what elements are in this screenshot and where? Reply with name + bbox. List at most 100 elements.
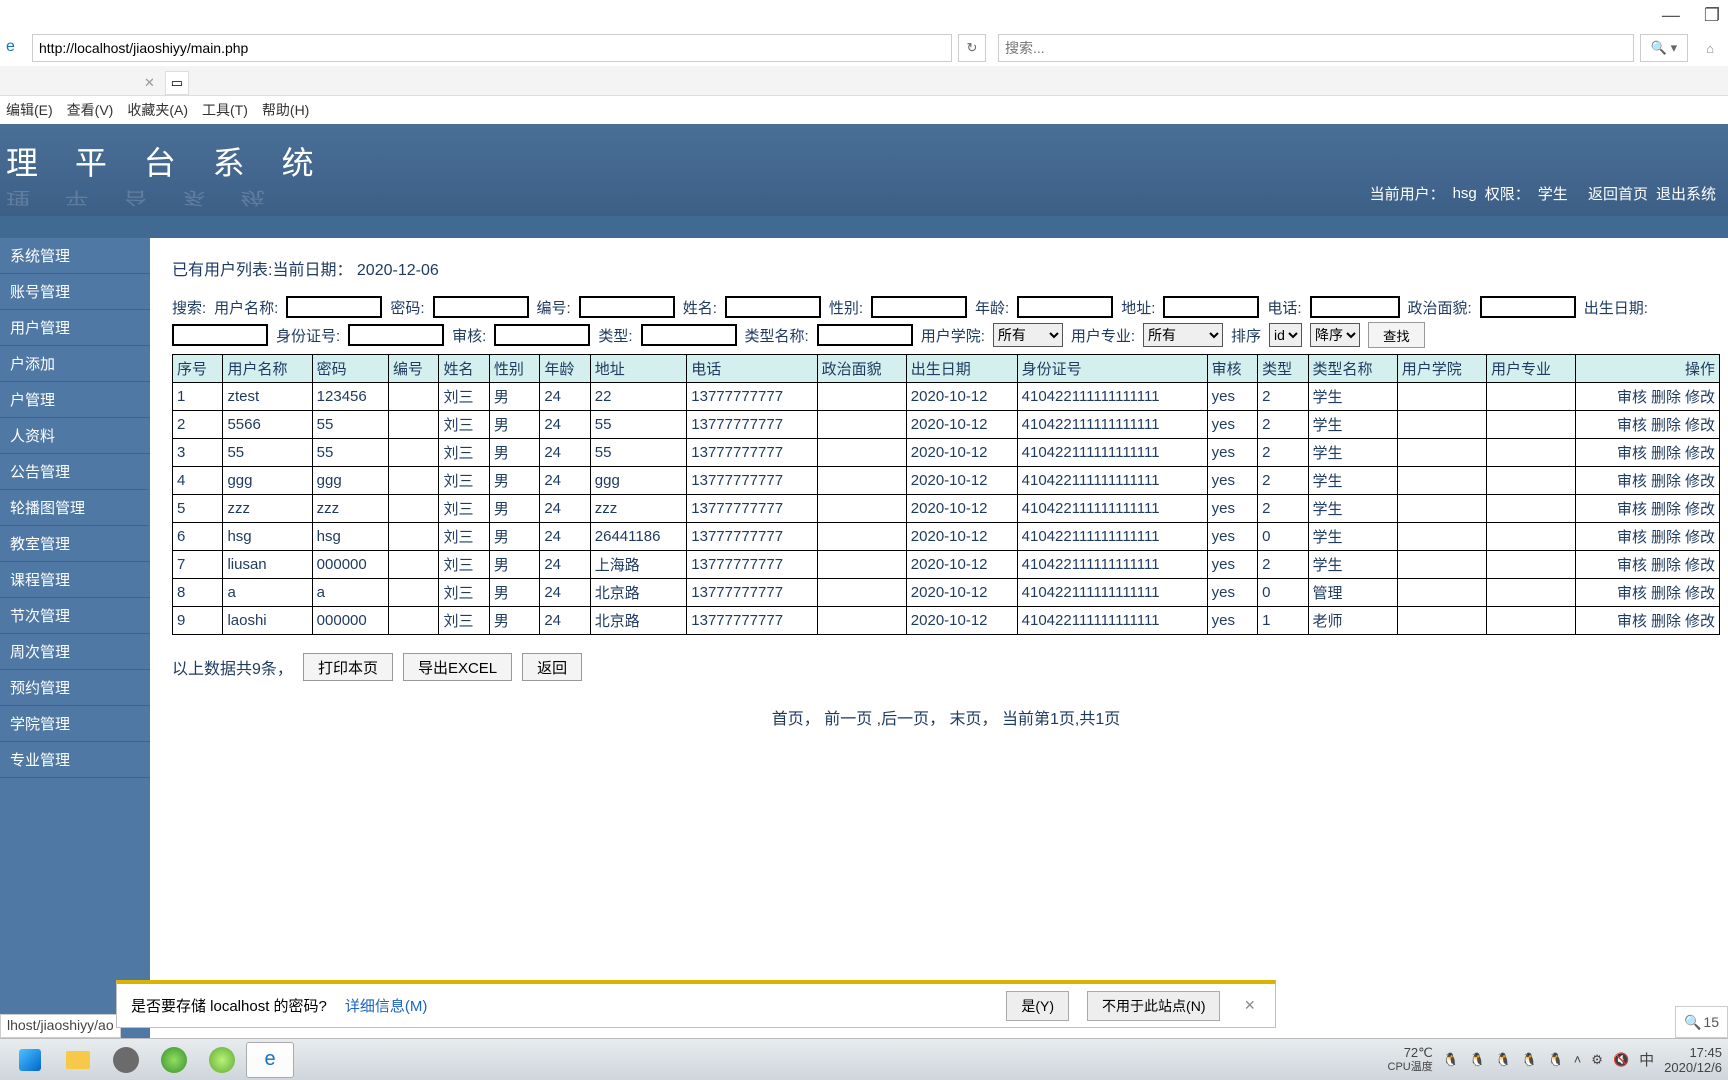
row-edit-link[interactable]: 修改 <box>1685 501 1715 518</box>
row-audit-link[interactable]: 审核 <box>1617 445 1647 462</box>
sidebar-item-11[interactable]: 周次管理 <box>0 634 150 670</box>
refresh-button[interactable]: ↻ <box>958 34 986 62</box>
row-delete-link[interactable]: 删除 <box>1651 529 1681 546</box>
row-edit-link[interactable]: 修改 <box>1685 389 1715 406</box>
tray-chevron-up-icon[interactable]: ˄ <box>1574 1052 1582 1067</box>
home-icon[interactable]: ⌂ <box>1698 36 1722 60</box>
row-edit-link[interactable]: 修改 <box>1685 529 1715 546</box>
sidebar-item-2[interactable]: 用户管理 <box>0 310 150 346</box>
sidebar-item-8[interactable]: 教室管理 <box>0 526 150 562</box>
row-audit-link[interactable]: 审核 <box>1617 389 1647 406</box>
sidebar-item-13[interactable]: 学院管理 <box>0 706 150 742</box>
row-audit-link[interactable]: 审核 <box>1617 417 1647 434</box>
idcard-input[interactable] <box>348 324 444 346</box>
row-edit-link[interactable]: 修改 <box>1685 417 1715 434</box>
tab-close-icon[interactable]: ✕ <box>140 71 159 95</box>
browser-search-button[interactable]: 🔍 ▾ <box>1640 34 1688 62</box>
new-tab-button[interactable]: ▭ <box>165 71 189 95</box>
college-select[interactable]: 所有 <box>993 323 1063 347</box>
tray-qq-icon-3[interactable]: 🐧 <box>1495 1052 1511 1068</box>
sidebar-item-6[interactable]: 公告管理 <box>0 454 150 490</box>
sidebar-item-0[interactable]: 系统管理 <box>0 238 150 274</box>
tray-wifi-icon[interactable]: ⚙ <box>1591 1052 1603 1068</box>
menu-item-0[interactable]: 编辑(E) <box>6 100 53 120</box>
save-password-details-link[interactable]: 详细信息(M) <box>345 995 428 1016</box>
address-input[interactable] <box>32 34 952 62</box>
row-delete-link[interactable]: 删除 <box>1651 613 1681 630</box>
address-input-field[interactable] <box>1163 296 1259 318</box>
sidebar-item-10[interactable]: 节次管理 <box>0 598 150 634</box>
export-button[interactable]: 导出EXCEL <box>403 653 512 681</box>
row-delete-link[interactable]: 删除 <box>1651 445 1681 462</box>
print-button[interactable]: 打印本页 <box>303 653 393 681</box>
tray-qq-icon-2[interactable]: 🐧 <box>1469 1052 1485 1068</box>
age-input[interactable] <box>1017 296 1113 318</box>
sort-field-select[interactable]: id <box>1269 323 1302 347</box>
taskbar-clock[interactable]: 17:452020/12/6 <box>1664 1045 1722 1075</box>
sidebar-item-4[interactable]: 户管理 <box>0 382 150 418</box>
save-password-no-button[interactable]: 不用于此站点(N) <box>1087 991 1220 1021</box>
window-maximize-icon[interactable]: ❐ <box>1704 5 1720 26</box>
row-delete-link[interactable]: 删除 <box>1651 557 1681 574</box>
row-audit-link[interactable]: 审核 <box>1617 529 1647 546</box>
row-audit-link[interactable]: 审核 <box>1617 557 1647 574</box>
sidebar-item-7[interactable]: 轮播图管理 <box>0 490 150 526</box>
menu-item-4[interactable]: 帮助(H) <box>262 100 309 120</box>
taskbar-app-1[interactable] <box>102 1042 150 1078</box>
row-edit-link[interactable]: 修改 <box>1685 473 1715 490</box>
tray-qq-icon-5[interactable]: 🐧 <box>1548 1052 1564 1068</box>
gender-input[interactable] <box>871 296 967 318</box>
birth-input[interactable] <box>172 324 268 346</box>
sidebar-item-14[interactable]: 专业管理 <box>0 742 150 778</box>
tray-qq-icon-4[interactable]: 🐧 <box>1521 1052 1537 1068</box>
tray-qq-icon[interactable]: 🐧 <box>1443 1052 1459 1068</box>
row-delete-link[interactable]: 删除 <box>1651 389 1681 406</box>
audit-input[interactable] <box>494 324 590 346</box>
menu-item-1[interactable]: 查看(V) <box>67 100 114 120</box>
save-password-yes-button[interactable]: 是(Y) <box>1006 991 1069 1021</box>
save-password-close-icon[interactable]: × <box>1238 995 1261 1016</box>
menu-item-2[interactable]: 收藏夹(A) <box>127 100 188 120</box>
row-delete-link[interactable]: 删除 <box>1651 417 1681 434</box>
window-minimize-icon[interactable]: — <box>1662 5 1680 26</box>
typename-input[interactable] <box>817 324 913 346</box>
username-input[interactable] <box>286 296 382 318</box>
number-input[interactable] <box>579 296 675 318</box>
zoom-indicator[interactable]: 🔍 15 <box>1675 1006 1728 1038</box>
sort-dir-select[interactable]: 降序 <box>1310 323 1360 347</box>
sidebar-item-12[interactable]: 预约管理 <box>0 670 150 706</box>
password-input[interactable] <box>433 296 529 318</box>
row-edit-link[interactable]: 修改 <box>1685 613 1715 630</box>
home-link[interactable]: 返回首页 <box>1588 183 1648 204</box>
row-delete-link[interactable]: 删除 <box>1651 585 1681 602</box>
taskbar-start-button[interactable] <box>6 1042 54 1078</box>
name-input[interactable] <box>725 296 821 318</box>
tray-ime-indicator[interactable]: 中 <box>1639 1049 1654 1070</box>
pager[interactable]: 首页， 前一页 ,后一页， 末页， 当前第1页,共1页 <box>172 705 1720 729</box>
row-delete-link[interactable]: 删除 <box>1651 473 1681 490</box>
row-audit-link[interactable]: 审核 <box>1617 473 1647 490</box>
row-audit-link[interactable]: 审核 <box>1617 613 1647 630</box>
row-audit-link[interactable]: 审核 <box>1617 585 1647 602</box>
sidebar-item-5[interactable]: 人资料 <box>0 418 150 454</box>
phone-input[interactable] <box>1310 296 1400 318</box>
search-button[interactable]: 查找 <box>1368 322 1425 348</box>
logout-link[interactable]: 退出系统 <box>1656 183 1716 204</box>
row-edit-link[interactable]: 修改 <box>1685 585 1715 602</box>
sidebar-item-3[interactable]: 户添加 <box>0 346 150 382</box>
taskbar-ie-icon[interactable]: e <box>246 1042 294 1078</box>
politics-input[interactable] <box>1480 296 1576 318</box>
sidebar-item-9[interactable]: 课程管理 <box>0 562 150 598</box>
browser-search-input[interactable] <box>998 34 1634 62</box>
type-input[interactable] <box>641 324 737 346</box>
row-edit-link[interactable]: 修改 <box>1685 557 1715 574</box>
taskbar-explorer-icon[interactable] <box>54 1042 102 1078</box>
taskbar-app-2[interactable] <box>150 1042 198 1078</box>
row-edit-link[interactable]: 修改 <box>1685 445 1715 462</box>
sidebar-item-1[interactable]: 账号管理 <box>0 274 150 310</box>
back-button[interactable]: 返回 <box>522 653 582 681</box>
major-select[interactable]: 所有 <box>1143 323 1223 347</box>
row-delete-link[interactable]: 删除 <box>1651 501 1681 518</box>
menu-item-3[interactable]: 工具(T) <box>202 100 248 120</box>
tray-volume-icon[interactable]: 🔇 <box>1613 1052 1629 1068</box>
